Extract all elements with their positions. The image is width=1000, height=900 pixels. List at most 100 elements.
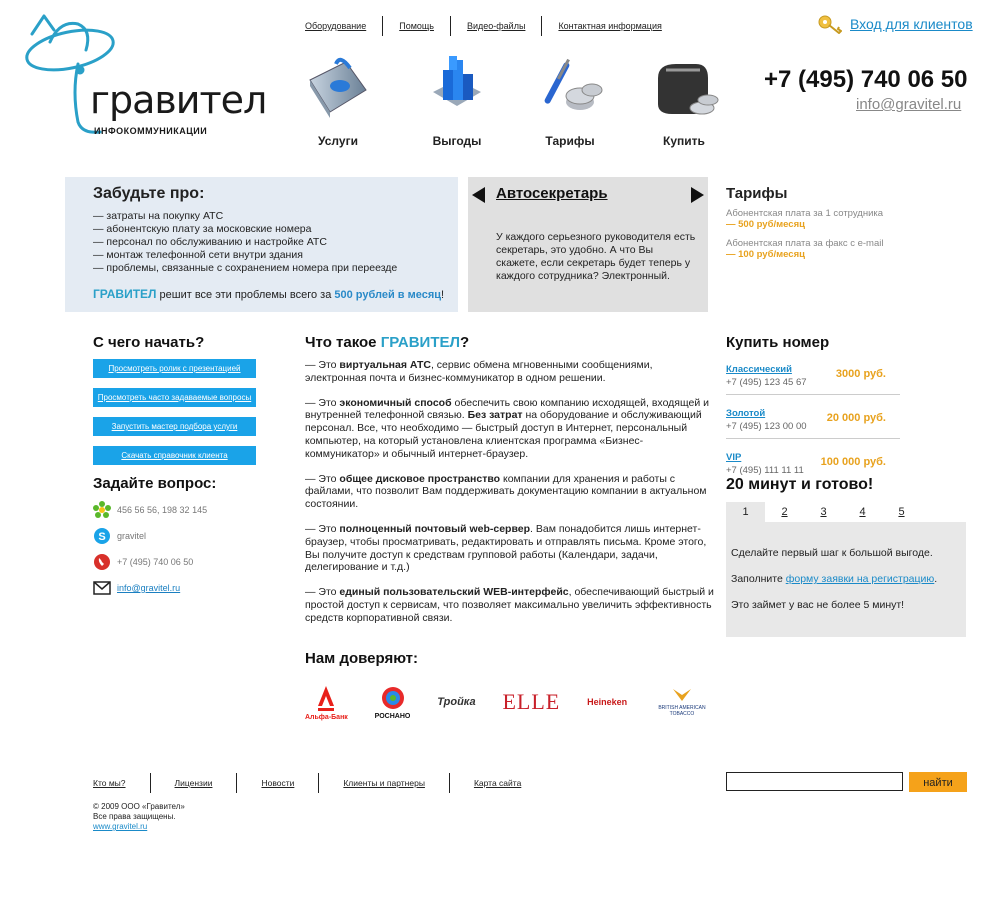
client-logo-label: Тройка bbox=[437, 696, 476, 708]
slider-title[interactable]: Автосекретарь bbox=[496, 185, 608, 202]
registration-steps-title: 20 минут и готово! bbox=[726, 476, 874, 493]
number-name-link[interactable]: VIP bbox=[726, 452, 741, 463]
feature-paragraph: — Это экономичный способ обеспечить свою… bbox=[305, 397, 715, 461]
header-email[interactable]: info@gravitel.ru bbox=[856, 96, 961, 113]
key-icon bbox=[818, 15, 842, 34]
divider bbox=[382, 16, 384, 36]
download-guide-button[interactable]: Скачать справочник клиента bbox=[93, 446, 256, 465]
service-tariffs-label: Тарифы bbox=[545, 134, 595, 148]
client-logo-heineken[interactable]: Heineken bbox=[587, 697, 627, 707]
service-services[interactable]: Услуги bbox=[293, 50, 383, 148]
service-buy-label: Купить bbox=[663, 134, 705, 148]
client-login: Вход для клиентов bbox=[818, 14, 973, 34]
number-phone: +7 (495) 123 45 67 bbox=[726, 377, 807, 388]
client-logo-alfa[interactable]: Альфа-Банк bbox=[305, 684, 348, 721]
topnav-equipment[interactable]: Оборудование bbox=[305, 21, 366, 31]
contact-email: info@gravitel.ru bbox=[93, 576, 263, 600]
text: — Это bbox=[305, 586, 340, 599]
text: . bbox=[934, 573, 938, 585]
number-row: Классический +7 (495) 123 45 67 3000 руб… bbox=[726, 359, 900, 395]
tab-step-3[interactable]: 3 bbox=[804, 502, 843, 522]
brand-name: ГРАВИТЕЛ bbox=[93, 287, 157, 301]
clients-title: Нам доверяют: bbox=[305, 650, 418, 667]
client-logo-elle[interactable]: ELLE bbox=[502, 689, 560, 715]
contact-email-link[interactable]: info@gravitel.ru bbox=[117, 583, 180, 593]
text: — Это bbox=[305, 472, 340, 485]
number-phone: +7 (495) 111 11 11 bbox=[726, 465, 804, 476]
alfa-bank-icon bbox=[318, 685, 335, 711]
watch-presentation-button[interactable]: Просмотреть ролик с презентацией bbox=[93, 359, 256, 378]
list-item: — персонал по обслуживанию и настройке А… bbox=[93, 236, 327, 248]
tariff-label: Абонентская плата за факс с e-mail bbox=[726, 238, 884, 249]
feature-highlight: экономичный способ bbox=[339, 396, 452, 409]
text: — Это bbox=[305, 396, 340, 409]
book-icon bbox=[300, 50, 376, 126]
forget-about-panel: Забудьте про: — затраты на покупку АТС —… bbox=[65, 177, 458, 312]
step-text: Это займет у вас не более 5 минут! bbox=[731, 599, 905, 611]
text: Заполните bbox=[731, 573, 786, 585]
registration-form-link[interactable]: форму заявки на регистрацию bbox=[786, 573, 935, 585]
search-input[interactable] bbox=[726, 772, 903, 791]
slider-text: У каждого серьезного руководителя есть с… bbox=[496, 231, 696, 282]
client-login-link[interactable]: Вход для клиентов bbox=[850, 16, 973, 32]
what-is-title: Что такое ГРАВИТЕЛ? bbox=[305, 334, 715, 351]
service-buy[interactable]: Купить bbox=[639, 50, 729, 148]
brand-name: ГРАВИТЕЛ bbox=[380, 334, 461, 351]
contact-skype: S gravitel bbox=[93, 524, 263, 548]
service-wizard-button[interactable]: Запустить мастер подбора услуги bbox=[93, 417, 256, 436]
footer-link-sitemap[interactable]: Карта сайта bbox=[474, 778, 521, 788]
client-logos: Альфа-Банк РОСНАНО Тройка ELLE Heineken … bbox=[305, 677, 710, 727]
number-name-link[interactable]: Классический bbox=[726, 364, 792, 375]
topnav-contacts[interactable]: Контактная информация bbox=[558, 21, 661, 31]
number-price: 100 000 руб. bbox=[820, 455, 886, 468]
client-logo-rosnano[interactable]: РОСНАНО bbox=[374, 685, 411, 720]
feature-highlight: полноценный почтовый web-сервер bbox=[339, 522, 531, 535]
number-info: VIP +7 (495) 111 11 11 bbox=[726, 447, 804, 476]
getting-started-title: С чего начать? bbox=[93, 334, 205, 351]
wallet-icon bbox=[646, 50, 722, 126]
tab-step-2[interactable]: 2 bbox=[765, 502, 804, 522]
tab-step-1[interactable]: 1 bbox=[726, 502, 765, 522]
client-logo-label: РОСНАНО bbox=[374, 712, 411, 720]
contact-phone: +7 (495) 740 06 50 bbox=[93, 550, 263, 574]
logo[interactable]: гравител ИНФОКОММУНИКАЦИИ bbox=[20, 12, 267, 142]
tab-step-4[interactable]: 4 bbox=[843, 502, 882, 522]
copyright-line: Все права защищены. bbox=[93, 812, 176, 821]
client-logo-label: ELLE bbox=[502, 689, 561, 714]
number-price: 3000 руб. bbox=[835, 367, 886, 380]
topnav-help[interactable]: Помощь bbox=[399, 21, 434, 31]
search-button[interactable]: найти bbox=[909, 772, 967, 792]
faq-button[interactable]: Просмотреть часто задаваемые вопросы bbox=[93, 388, 256, 407]
tools-icon bbox=[532, 50, 608, 126]
divider bbox=[541, 16, 543, 36]
client-logo-bat[interactable]: BRITISH AMERICAN TOBACCO bbox=[654, 687, 710, 717]
footer-link-about[interactable]: Кто мы? bbox=[93, 778, 126, 788]
clients-section: Нам доверяют: Альфа-Банк РОСНАНО Тройка … bbox=[305, 650, 715, 727]
site-link[interactable]: www.gravitel.ru bbox=[93, 822, 147, 831]
list-item: — абонентскую плату за московские номера bbox=[93, 223, 312, 235]
footer-link-news[interactable]: Новости bbox=[261, 778, 294, 788]
client-logo-troika[interactable]: Тройка bbox=[437, 696, 475, 708]
footer-link-licenses[interactable]: Лицензии bbox=[175, 778, 213, 788]
forget-summary-price: 500 рублей в месяц bbox=[334, 289, 442, 301]
logo-wordmark: гравител bbox=[90, 78, 267, 122]
topnav-videos[interactable]: Видео-файлы bbox=[467, 21, 525, 31]
copyright-line: © 2009 ООО «Гравител» bbox=[93, 802, 185, 811]
client-logo-label: BRITISH AMERICAN TOBACCO bbox=[658, 705, 706, 717]
service-benefits-label: Выгоды bbox=[432, 134, 482, 148]
buy-number-panel: Купить номер Классический +7 (495) 123 4… bbox=[726, 334, 900, 490]
service-benefits[interactable]: Выгоды bbox=[412, 50, 502, 148]
feature-paragraph: — Это полноценный почтовый web-сервер. В… bbox=[305, 523, 715, 574]
tariffs-title: Тарифы bbox=[726, 185, 788, 202]
arrow-right-icon[interactable] bbox=[691, 187, 704, 203]
ask-title: Задайте вопрос: bbox=[93, 475, 217, 492]
number-row: Золотой +7 (495) 123 00 00 20 000 руб. bbox=[726, 403, 900, 439]
tariff-value: — 500 руб/месяц bbox=[726, 219, 805, 230]
registration-steps: 20 минут и готово! 1 2 3 4 5 Сделайте пе… bbox=[726, 476, 966, 637]
feature-highlight: виртуальная АТС bbox=[339, 359, 431, 371]
service-tariffs[interactable]: Тарифы bbox=[525, 50, 615, 148]
number-name-link[interactable]: Золотой bbox=[726, 408, 765, 419]
tab-step-5[interactable]: 5 bbox=[882, 502, 921, 522]
footer-link-clients[interactable]: Клиенты и партнеры bbox=[343, 778, 425, 788]
arrow-left-icon[interactable] bbox=[472, 187, 485, 203]
